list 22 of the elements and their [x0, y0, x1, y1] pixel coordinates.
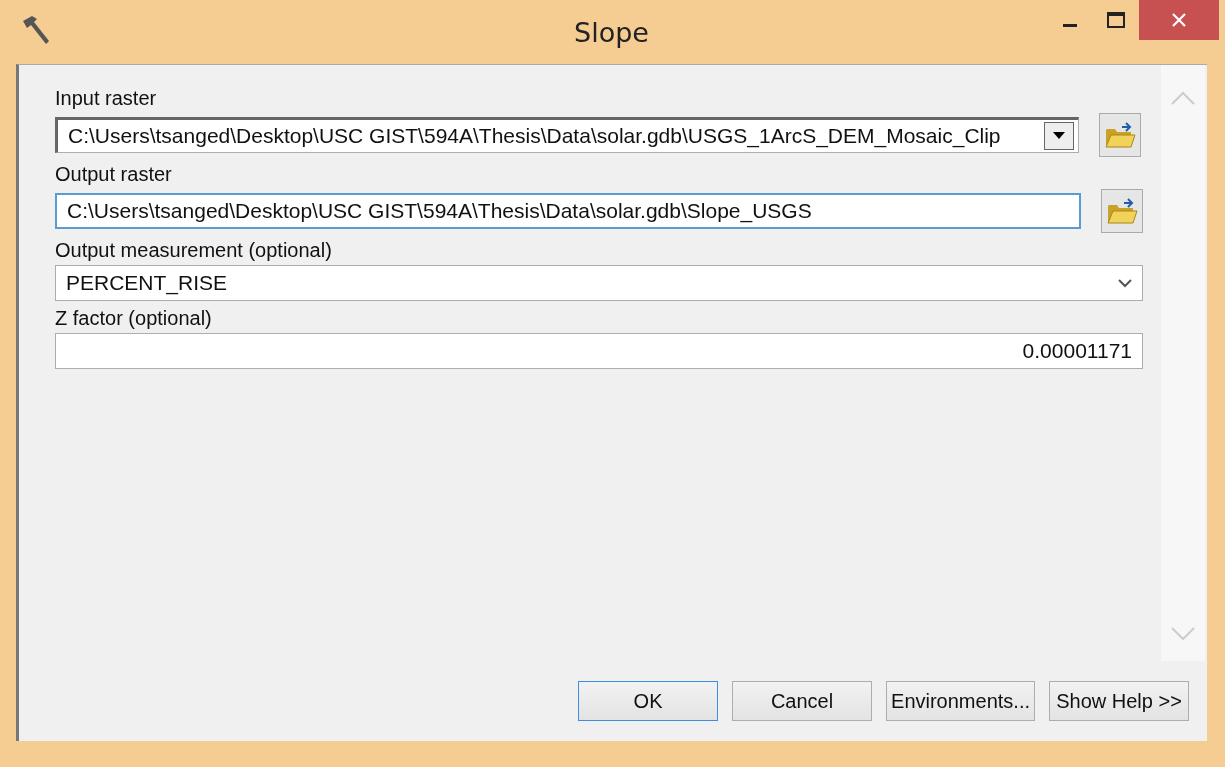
dropdown-field[interactable]: PERCENT_RISE [55, 265, 1143, 301]
field-label: Input raster [55, 86, 158, 111]
chevron-down-icon [1118, 278, 1132, 288]
dialog-button[interactable]: OK [578, 681, 719, 721]
scrollbar[interactable] [1161, 65, 1205, 661]
maximize-icon [1107, 12, 1125, 28]
dialog-button[interactable]: Environments... [886, 681, 1035, 721]
dialog-button[interactable]: Cancel [732, 681, 873, 721]
input-field[interactable]: 0.00001171 [55, 333, 1143, 369]
input-field[interactable]: C:\Users\tsanged\Desktop\USC GIST\594A\Thesis\Data\solar.gdb\Slope_USGS [55, 193, 1081, 229]
scroll-down-icon[interactable] [1171, 627, 1195, 641]
scroll-up-icon[interactable] [1171, 91, 1195, 105]
dropdown-field[interactable]: C:\Users\tsanged\Desktop\USC GIST\594A\Thesis\Data\solar.gdb\USGS_1ArcS_DEM_Mosaic_Clip [55, 117, 1079, 153]
field-label: Output measurement (optional) [55, 238, 333, 263]
minimize-icon [1063, 23, 1077, 27]
field-label: Output raster [55, 162, 173, 187]
browse-folder-button[interactable] [1101, 189, 1143, 233]
dialog-button[interactable]: Show Help >> [1049, 681, 1189, 721]
close-icon [1172, 13, 1186, 27]
browse-folder-button[interactable] [1099, 113, 1141, 157]
window-title: Slope [574, 16, 649, 48]
field-label: Z factor (optional) [55, 306, 213, 331]
